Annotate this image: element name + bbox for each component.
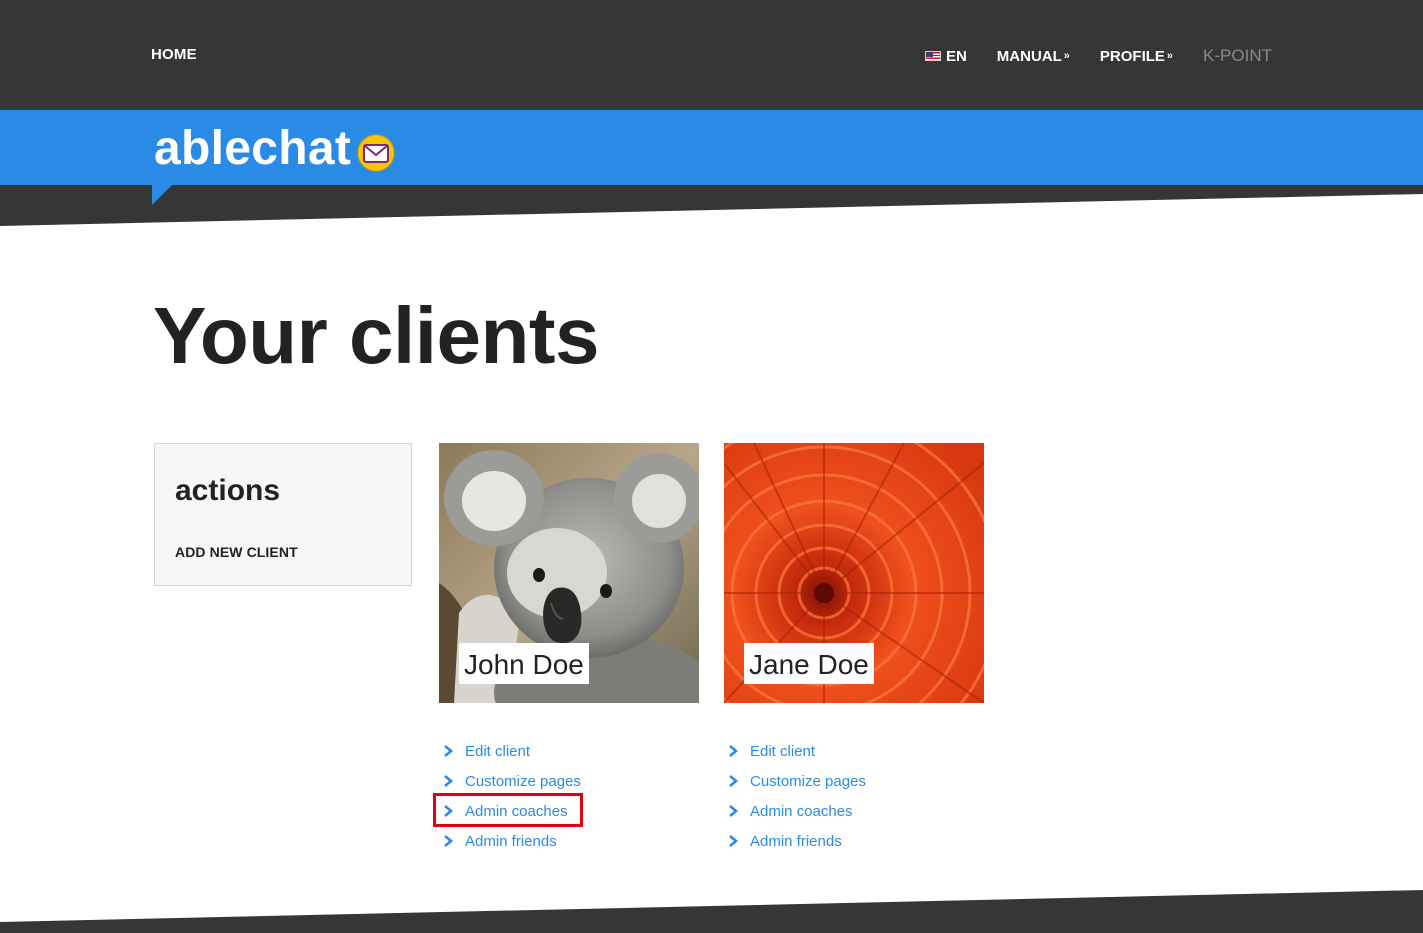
nav-right-menu: EN MANUAL » PROFILE » K-POINT bbox=[924, 46, 1272, 66]
brand-logo-text[interactable]: ablechat bbox=[154, 118, 351, 180]
chevron-right-icon bbox=[729, 745, 739, 757]
edit-client-link[interactable]: Edit client bbox=[750, 743, 815, 760]
list-item: Edit client bbox=[727, 736, 866, 766]
chevron-right-icon bbox=[444, 775, 454, 787]
customize-pages-link[interactable]: Customize pages bbox=[750, 773, 866, 790]
language-selector[interactable]: EN bbox=[924, 47, 967, 65]
list-item: Admin coaches bbox=[727, 796, 866, 826]
admin-coaches-link[interactable]: Admin coaches bbox=[750, 803, 853, 820]
kpoint-link[interactable]: K-POINT bbox=[1203, 46, 1272, 66]
client-name[interactable]: John Doe bbox=[459, 643, 589, 684]
footer-slant-divider bbox=[0, 890, 1423, 933]
header-slant-divider bbox=[0, 185, 1423, 226]
chevron-right-icon bbox=[444, 745, 454, 757]
manual-label: MANUAL bbox=[996, 47, 1062, 65]
envelope-icon[interactable] bbox=[357, 134, 395, 172]
nav-home-link[interactable]: HOME bbox=[151, 46, 197, 63]
highlight-box bbox=[433, 793, 583, 827]
list-item: Customize pages bbox=[727, 766, 866, 796]
chevron-right-icon bbox=[729, 835, 739, 847]
edit-client-link[interactable]: Edit client bbox=[465, 743, 530, 760]
us-flag-icon bbox=[924, 51, 941, 61]
client-links-jane-doe: Edit client Customize pages Admin coache… bbox=[727, 736, 866, 856]
list-item: Admin friends bbox=[442, 826, 581, 856]
list-item: Customize pages bbox=[442, 766, 581, 796]
banner-speech-tail bbox=[152, 185, 172, 205]
client-card-john-doe[interactable]: John Doe bbox=[439, 443, 699, 703]
language-label: EN bbox=[945, 47, 967, 65]
chevron-right-icon bbox=[729, 775, 739, 787]
top-navigation: HOME EN MANUAL » PROFILE » K-POINT bbox=[0, 0, 1423, 110]
chevron-right-icon bbox=[444, 835, 454, 847]
chevron-right-icon bbox=[729, 805, 739, 817]
list-item: Admin friends bbox=[727, 826, 866, 856]
page-title: Your clients bbox=[153, 291, 599, 380]
manual-menu[interactable]: MANUAL » bbox=[997, 48, 1070, 65]
double-chevron-down-icon: » bbox=[1166, 50, 1174, 62]
actions-panel: actions ADD NEW CLIENT bbox=[154, 443, 412, 586]
actions-title: actions bbox=[175, 474, 281, 507]
client-name[interactable]: Jane Doe bbox=[744, 643, 874, 684]
add-new-client-link[interactable]: ADD NEW CLIENT bbox=[175, 544, 298, 560]
double-chevron-down-icon: » bbox=[1063, 50, 1070, 62]
admin-friends-link[interactable]: Admin friends bbox=[465, 833, 557, 850]
profile-menu[interactable]: PROFILE » bbox=[1100, 48, 1173, 65]
client-card-jane-doe[interactable]: Jane Doe bbox=[724, 443, 984, 703]
customize-pages-link[interactable]: Customize pages bbox=[465, 773, 581, 790]
admin-friends-link[interactable]: Admin friends bbox=[750, 833, 842, 850]
list-item: Edit client bbox=[442, 736, 581, 766]
profile-label: PROFILE bbox=[1099, 47, 1165, 65]
